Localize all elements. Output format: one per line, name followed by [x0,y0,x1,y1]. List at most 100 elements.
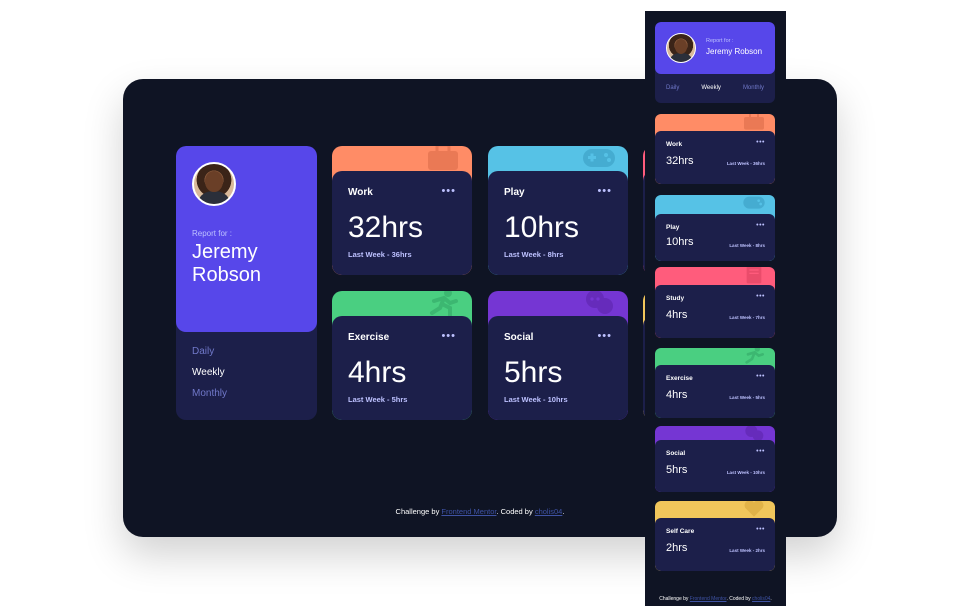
footer-middle: . Coded by [496,507,535,516]
previous-hours: Last Week - 36hrs [348,250,412,259]
mobile-report-for-label: Report for : [706,38,734,44]
mobile-card-self-care: Self Care ••• 2hrs Last Week - 2hrs [655,501,775,571]
mobile-card-self-care-body: Self Care ••• 2hrs Last Week - 2hrs [655,518,775,571]
report-for-label: Report for : [192,229,233,238]
card-exercise: Exercise ••• 4hrs Last Week - 5hrs [332,291,472,420]
previous-hours: Last Week - 5hrs [729,395,765,400]
gamepad-icon [583,149,615,167]
more-options-button[interactable]: ••• [441,185,456,197]
card-social: Social ••• 5hrs Last Week - 10hrs [488,291,628,420]
card-title: Exercise [348,332,390,343]
mobile-profile-header: Report for : Jeremy Robson [655,22,775,74]
more-options-button[interactable]: ••• [756,222,765,229]
card-play-body: Play ••• 10hrs Last Week - 8hrs [488,171,628,275]
card-social-body: Social ••• 5hrs Last Week - 10hrs [488,316,628,420]
avatar-shirt [198,191,230,204]
running-icon [745,348,765,364]
heart-icon [744,501,764,517]
card-title: Social [666,450,686,457]
briefcase-icon [428,146,458,170]
frontend-mentor-link[interactable]: Frontend Mentor [690,596,727,602]
current-hours: 4hrs [666,389,688,401]
previous-hours: Last Week - 10hrs [504,395,568,404]
tab-monthly[interactable]: Monthly [192,388,227,399]
current-hours: 2hrs [666,542,688,554]
card-title: Self Care [666,528,695,535]
mobile-attribution-footer: Challenge by Frontend Mentor. Coded by c… [645,596,786,602]
mobile-card-work: Work ••• 32hrs Last Week - 36hrs [655,114,775,184]
mobile-tab-weekly[interactable]: Weekly [701,85,721,91]
gamepad-icon [743,196,765,209]
more-options-button[interactable]: ••• [441,330,456,342]
mobile-period-tabs: Daily Weekly Monthly [655,85,775,91]
footer-prefix: Challenge by [659,596,690,602]
more-options-button[interactable]: ••• [597,185,612,197]
user-first-name: Jeremy [192,241,258,263]
mobile-card-study-body: Study ••• 4hrs Last Week - 7hrs [655,285,775,338]
mobile-card-work-body: Work ••• 32hrs Last Week - 36hrs [655,131,775,184]
card-title: Exercise [666,375,693,382]
author-link[interactable]: cholis04 [752,596,770,602]
mobile-card-play-body: Play ••• 10hrs Last Week - 8hrs [655,214,775,261]
more-options-button[interactable]: ••• [756,373,765,380]
footer-prefix: Challenge by [395,507,442,516]
tab-daily[interactable]: Daily [192,346,227,357]
mobile-card-play: Play ••• 10hrs Last Week - 8hrs [655,195,775,261]
more-options-button[interactable]: ••• [756,139,765,146]
mobile-avatar [666,33,696,63]
avatar-face [205,171,223,192]
mobile-card-social: Social ••• 5hrs Last Week - 10hrs [655,426,775,492]
mobile-card-social-body: Social ••• 5hrs Last Week - 10hrs [655,440,775,492]
footer-suffix: . [562,507,565,516]
previous-hours: Last Week - 8hrs [729,243,765,248]
mobile-preview: Report for : Jeremy Robson Daily Weekly … [645,11,786,606]
mobile-card-study: Study ••• 4hrs Last Week - 7hrs [655,267,775,338]
profile-card: Report for : Jeremy Robson Daily Weekly … [176,146,317,420]
mobile-tab-daily[interactable]: Daily [666,85,679,91]
mobile-user-name: Jeremy Robson [706,47,763,56]
footer-suffix: . [770,596,772,602]
previous-hours: Last Week - 2hrs [729,548,765,553]
frontend-mentor-link[interactable]: Frontend Mentor [441,507,496,516]
previous-hours: Last Week - 7hrs [729,315,765,320]
more-options-button[interactable]: ••• [756,448,765,455]
more-options-button[interactable]: ••• [756,293,765,300]
running-icon [430,291,458,317]
mobile-card-exercise: Exercise ••• 4hrs Last Week - 5hrs [655,348,775,418]
profile-header: Report for : Jeremy Robson [176,146,317,332]
chat-icon [586,291,613,314]
period-tabs: Daily Weekly Monthly [192,346,227,409]
briefcase-icon [744,114,764,130]
current-hours: 4hrs [666,309,688,321]
author-link[interactable]: cholis04 [535,507,563,516]
card-title: Study [666,295,685,302]
current-hours: 4hrs [348,356,407,389]
footer-middle: . Coded by [726,596,753,602]
tab-weekly[interactable]: Weekly [192,367,227,378]
card-work-body: Work ••• 32hrs Last Week - 36hrs [332,171,472,275]
mobile-tab-monthly[interactable]: Monthly [743,85,764,91]
previous-hours: Last Week - 10hrs [726,470,765,475]
previous-hours: Last Week - 5hrs [348,395,408,404]
current-hours: 32hrs [666,155,694,167]
avatar-shirt [670,53,692,62]
mobile-profile-card: Report for : Jeremy Robson Daily Weekly … [655,22,775,103]
previous-hours: Last Week - 36hrs [726,161,765,166]
previous-hours: Last Week - 8hrs [504,250,564,259]
card-exercise-body: Exercise ••• 4hrs Last Week - 5hrs [332,316,472,420]
user-last-name: Robson [192,264,261,286]
card-title: Play [666,224,680,231]
mobile-card-exercise-body: Exercise ••• 4hrs Last Week - 5hrs [655,365,775,418]
avatar-face [674,39,688,54]
card-title: Social [504,332,534,343]
avatar [192,162,236,206]
card-play: Play ••• 10hrs Last Week - 8hrs [488,146,628,275]
current-hours: 32hrs [348,211,424,244]
more-options-button[interactable]: ••• [597,330,612,342]
user-name: Jeremy Robson [192,241,312,287]
current-hours: 10hrs [666,236,694,248]
more-options-button[interactable]: ••• [756,526,765,533]
current-hours: 5hrs [666,464,688,476]
card-title: Play [504,187,525,198]
book-icon [746,267,762,284]
